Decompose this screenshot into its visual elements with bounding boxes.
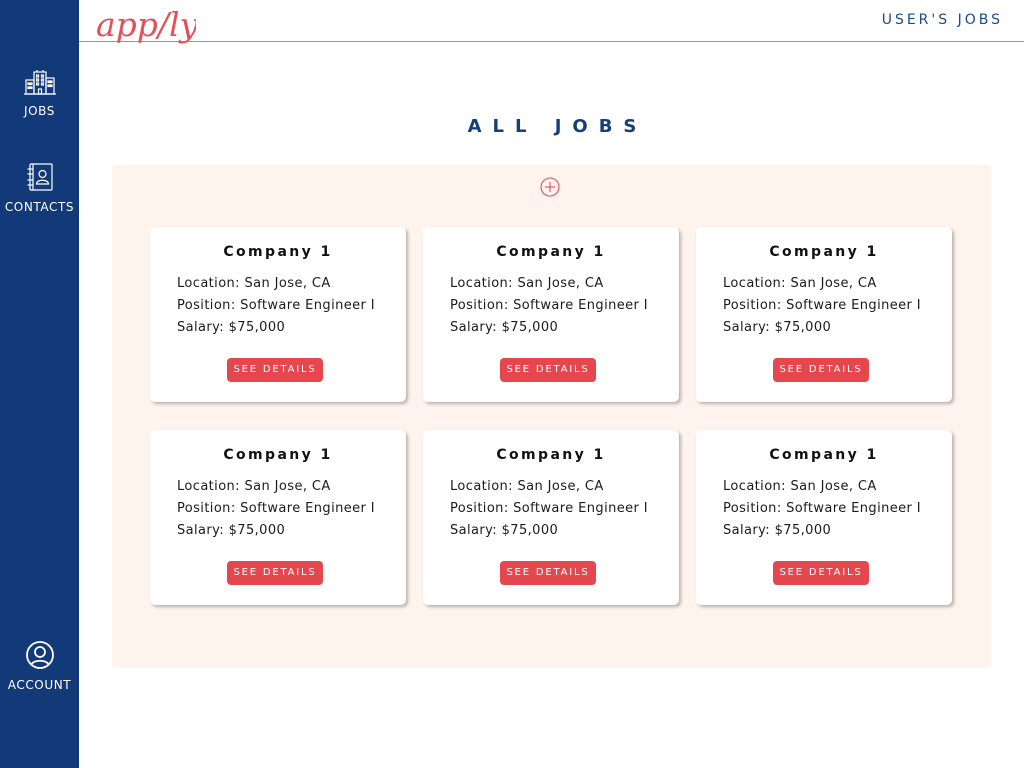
job-salary: Salary: $75,000: [723, 523, 832, 538]
job-position: Position: Software Engineer I: [177, 501, 376, 516]
jobs-panel: Company 1 Location: San Jose, CA Positio…: [112, 165, 991, 668]
sidebar-item-jobs[interactable]: JOBS: [0, 68, 79, 118]
contact-book-icon: [27, 163, 53, 191]
job-salary: Salary: $75,000: [177, 320, 286, 335]
job-location: Location: San Jose, CA: [723, 276, 877, 291]
sidebar-item-label: ACCOUNT: [7, 678, 72, 692]
job-location: Location: San Jose, CA: [450, 479, 604, 494]
see-details-button[interactable]: SEE DETAILS: [227, 358, 323, 382]
company-name: Company 1: [496, 447, 606, 463]
see-details-button[interactable]: SEE DETAILS: [773, 358, 869, 382]
job-position: Position: Software Engineer I: [723, 298, 922, 313]
job-salary: Salary: $75,000: [450, 320, 559, 335]
buildings-icon: [23, 70, 56, 95]
job-card: Company 1 Location: San Jose, CA Positio…: [696, 430, 952, 605]
job-position: Position: Software Engineer I: [177, 298, 376, 313]
company-name: Company 1: [223, 447, 333, 463]
page-title: ALL JOBS: [467, 116, 648, 137]
job-location: Location: San Jose, CA: [177, 276, 331, 291]
job-card: Company 1 Location: San Jose, CA Positio…: [423, 227, 679, 402]
top-bar: app/ly USER'S JOBS: [79, 0, 1024, 44]
job-position: Position: Software Engineer I: [450, 501, 649, 516]
user-circle-icon: [25, 641, 54, 669]
user-jobs-link[interactable]: USER'S JOBS: [882, 12, 1003, 28]
sidebar: JOBS CONTACTS ACCOUNT: [0, 0, 79, 768]
see-details-button[interactable]: SEE DETAILS: [773, 561, 869, 585]
see-details-button[interactable]: SEE DETAILS: [500, 358, 596, 382]
company-name: Company 1: [769, 244, 879, 260]
job-position: Position: Software Engineer I: [450, 298, 649, 313]
job-position: Position: Software Engineer I: [723, 501, 922, 516]
logo[interactable]: app/ly: [96, 4, 196, 56]
company-name: Company 1: [496, 244, 606, 260]
job-salary: Salary: $75,000: [450, 523, 559, 538]
sidebar-item-label: CONTACTS: [4, 200, 75, 214]
see-details-button[interactable]: SEE DETAILS: [227, 561, 323, 585]
job-salary: Salary: $75,000: [723, 320, 832, 335]
sidebar-item-label: JOBS: [23, 104, 56, 118]
see-details-button[interactable]: SEE DETAILS: [500, 561, 596, 585]
job-location: Location: San Jose, CA: [723, 479, 877, 494]
sidebar-item-contacts[interactable]: CONTACTS: [0, 162, 79, 214]
job-card: Company 1 Location: San Jose, CA Positio…: [150, 227, 406, 402]
job-salary: Salary: $75,000: [177, 523, 286, 538]
job-card: Company 1 Location: San Jose, CA Positio…: [696, 227, 952, 402]
job-location: Location: San Jose, CA: [450, 276, 604, 291]
logo-text: app/ly: [96, 5, 196, 44]
job-location: Location: San Jose, CA: [177, 479, 331, 494]
company-name: Company 1: [769, 447, 879, 463]
company-name: Company 1: [223, 244, 333, 260]
sidebar-item-account[interactable]: ACCOUNT: [0, 640, 79, 692]
plus-circle-icon[interactable]: [540, 177, 560, 197]
job-card: Company 1 Location: San Jose, CA Positio…: [150, 430, 406, 605]
job-card: Company 1 Location: San Jose, CA Positio…: [423, 430, 679, 605]
